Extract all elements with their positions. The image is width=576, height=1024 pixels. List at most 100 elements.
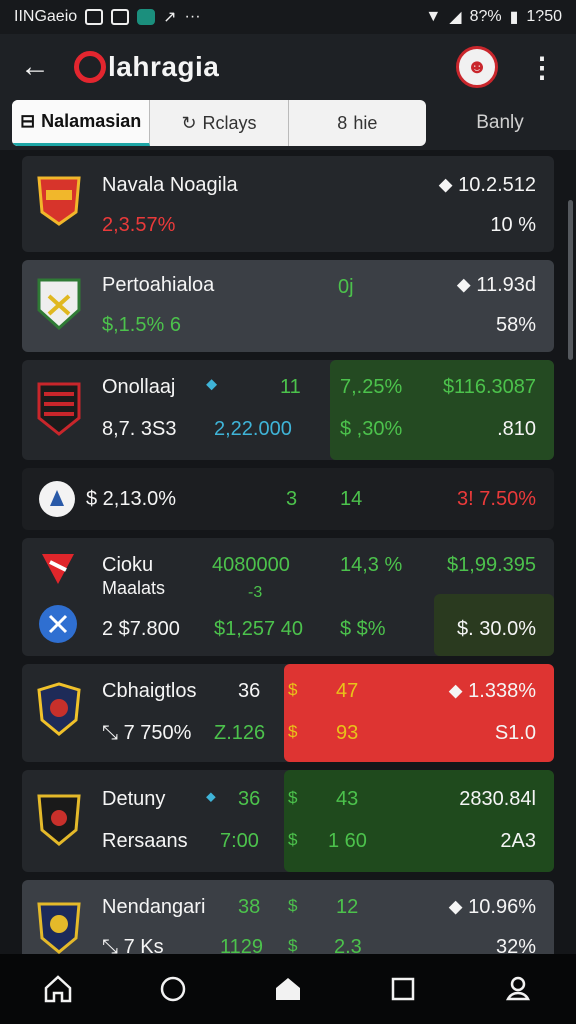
brand-title: lahragia	[108, 51, 220, 82]
team-change: $,1.5% 6	[102, 314, 181, 336]
team-name-line2: Maalats	[102, 578, 166, 598]
team-change: ⤡ 7 750%	[102, 722, 192, 744]
match-list: Navala Noagila 2,3.57% ⬥ 10.2.512 10 % P…	[0, 150, 576, 954]
price-value: 2830.84l	[459, 788, 536, 810]
gallery-icon	[85, 9, 104, 25]
stat-value: 0j	[338, 276, 354, 298]
tab-label: Rclays	[202, 112, 257, 133]
tab-label: hie	[353, 112, 378, 133]
house-filled-icon[interactable]	[268, 969, 308, 1009]
stat-value: Z.126	[214, 722, 266, 744]
status-bar: IINGaeio ↗ ··· ▼ ◢ 8?% ▮ 1?50	[0, 0, 576, 34]
dollar-icon: $	[288, 722, 298, 741]
stat-value: 2,22.000	[214, 418, 292, 440]
list-item[interactable]: Cioku Maalats 2 $7.800 4080000 -3 $1,257…	[22, 538, 554, 656]
dot-icon: ⬥	[206, 376, 218, 393]
list-item[interactable]: Pertoahialoa $,1.5% 6 0j ⬥ 11.93d 58%	[22, 260, 554, 352]
price-value: ⬥ 10.96%	[448, 896, 536, 918]
price-value: $1,99.395	[447, 554, 536, 576]
camera-icon	[111, 9, 130, 25]
stat-value: 2.3	[334, 936, 362, 954]
price-value: $116.3087	[442, 376, 536, 398]
price-value: ⬥ 10.2.512	[438, 174, 536, 196]
refresh-icon: ↻	[181, 112, 197, 133]
team-name: Cbhaigtlos	[102, 680, 197, 702]
dollar-icon: $	[288, 788, 298, 807]
list-item[interactable]: Onollaaj ⬥ 8,7. 3S3 11 2,22.000 7,.25% $…	[22, 360, 554, 460]
team-badge-icon	[37, 794, 81, 846]
team-badge-icon	[37, 176, 81, 226]
dots-icon: ···	[184, 8, 201, 25]
team-badge-icon	[37, 278, 81, 331]
price-value: 3! 7.50%	[457, 488, 536, 510]
circle-icon[interactable]	[153, 969, 193, 1009]
tab-banly[interactable]: Banly	[436, 100, 564, 146]
team-badge-icon	[37, 682, 81, 736]
team-change: 2 $7.800	[102, 618, 180, 640]
scrollbar[interactable]	[568, 200, 573, 360]
back-arrow-icon[interactable]: ←	[20, 50, 60, 84]
battery-icon: ▮	[509, 9, 519, 26]
team-change: ⤡ 7 Ks	[102, 936, 164, 954]
price-value: ⬥ 1.338%	[448, 680, 536, 702]
tab-rclays[interactable]: ↻ Rclays	[150, 100, 289, 146]
app-bar: ← lahragia ☻ ⋮	[0, 34, 576, 100]
dollar-icon: $	[288, 830, 298, 849]
wifi-icon: ▼	[425, 8, 442, 25]
team-name: $ 2,13.0%	[86, 488, 177, 510]
arrow-icon: ↗	[163, 9, 177, 26]
stat-value: 7:00	[220, 830, 259, 852]
signal-icon: ◢	[449, 9, 462, 26]
highlight-block	[284, 664, 554, 762]
list-item[interactable]: $ 2,13.0% 3 14 3! 7.50%	[22, 468, 554, 530]
brand-logo-icon	[74, 51, 106, 83]
list-item[interactable]: Detuny Rersaans ⬥ 36 7:00 $ $ 43 1 60 28…	[22, 770, 554, 872]
stat-value: $ $%	[340, 618, 386, 640]
team-sub: Rersaans	[102, 830, 188, 852]
percent-value: .810	[497, 418, 536, 440]
home-icon[interactable]	[38, 969, 78, 1009]
stat-value: 11	[280, 376, 301, 398]
list-item[interactable]: Nendangari ⤡ 7 Ks 38 1129 $ $ 12 2.3 ⬥ 1…	[22, 880, 554, 954]
tab-label: Nalamasian	[41, 111, 142, 131]
team-name: Detuny	[102, 788, 166, 810]
percent-value: 58%	[495, 314, 536, 336]
team-name: Nendangari	[102, 896, 206, 918]
team-name: Onollaaj	[102, 376, 176, 398]
tab-hie[interactable]: 8 hie	[289, 100, 426, 146]
list-item[interactable]: Cbhaigtlos 36 ⤡ 7 750% Z.126 $ $ 47 93 ⬥…	[22, 664, 554, 762]
percent-value: $. 30.0%	[457, 618, 536, 640]
tab-nalamasian[interactable]: ⊟ Nalamasian	[12, 100, 151, 146]
stat-value: 43	[336, 788, 359, 810]
square-icon[interactable]	[383, 969, 423, 1009]
stat-value: 47	[336, 680, 359, 702]
dollar-icon: $	[288, 896, 298, 915]
stat-value: 1129	[220, 936, 264, 954]
team-name: Navala Noagila	[102, 174, 238, 196]
team-name: Cioku	[102, 554, 154, 576]
stat-value: 36	[238, 680, 261, 702]
team-change: 8,7. 3S3	[102, 418, 177, 440]
stat-value: -3	[248, 584, 263, 601]
percent-value: 2A3	[500, 830, 536, 852]
stat-value: 93	[336, 722, 359, 744]
clock: 1?50	[526, 8, 562, 25]
team-badge-icon	[39, 481, 75, 517]
nav-bar	[0, 954, 576, 1024]
battery-percent: 8?%	[469, 8, 502, 25]
more-vertical-icon[interactable]: ⋮	[528, 51, 556, 84]
team-badge-icon	[37, 382, 81, 436]
app-notification-icon	[137, 9, 156, 25]
stat-value: $1,257 40	[214, 618, 303, 640]
percent-value: S1.0	[494, 722, 536, 744]
team-badge-icon	[39, 605, 77, 643]
location-icon[interactable]	[498, 969, 538, 1009]
stat-value: 7,.25%	[340, 376, 403, 398]
highlight-block	[284, 770, 554, 872]
app-title: lahragia	[74, 51, 219, 83]
stat-value: 14,3 %	[340, 554, 403, 576]
list-item[interactable]: Navala Noagila 2,3.57% ⬥ 10.2.512 10 %	[22, 156, 554, 252]
mascot-icon[interactable]: ☻	[456, 46, 498, 88]
tab-group: ⊟ Nalamasian ↻ Rclays 8 hie	[12, 100, 426, 146]
stat-value: 12	[336, 896, 359, 918]
